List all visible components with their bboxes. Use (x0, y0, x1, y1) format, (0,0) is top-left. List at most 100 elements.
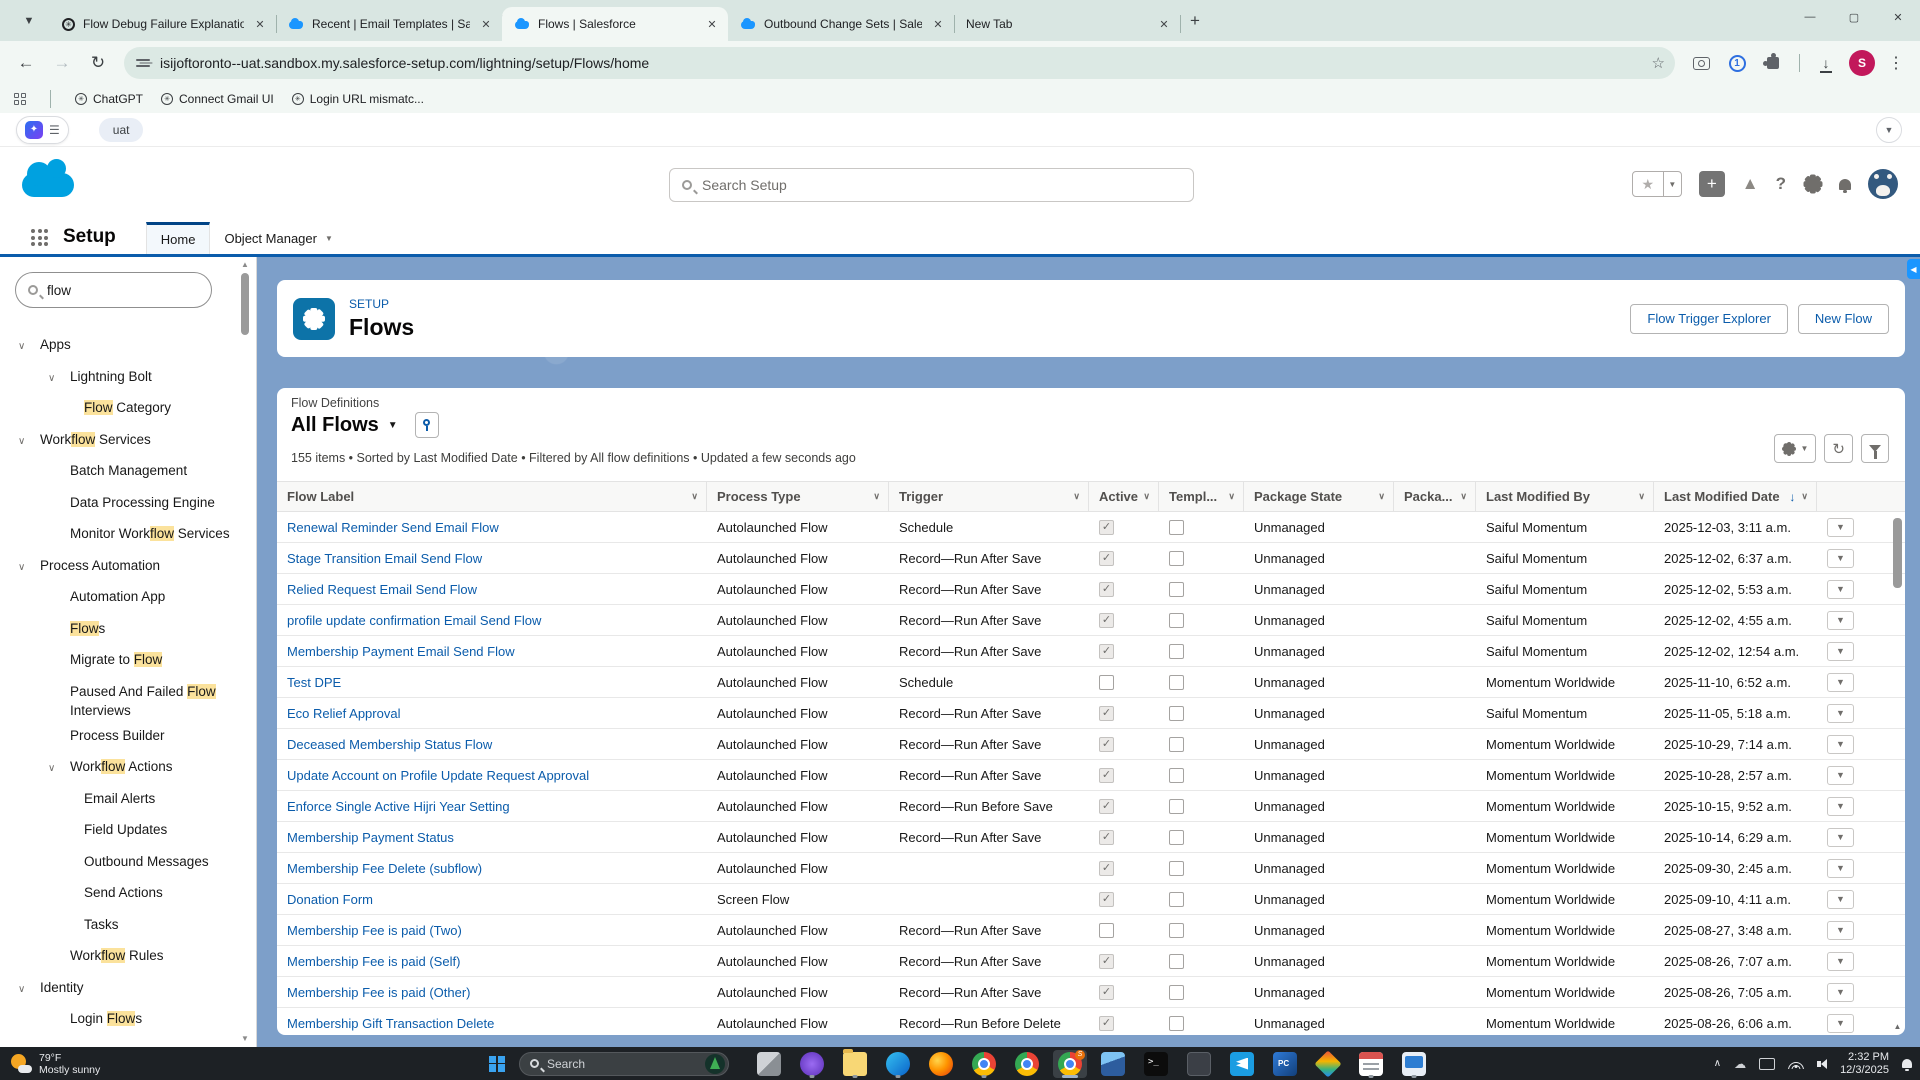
window-minimize-button[interactable]: — (1788, 0, 1832, 34)
sidebar-tree-item[interactable]: ∨ Lightning Bolt (0, 361, 234, 393)
chevron-down-icon[interactable]: ∨ (18, 430, 40, 451)
vscode-icon[interactable] (1225, 1050, 1259, 1078)
chevron-down-icon[interactable]: ∨ (1073, 491, 1080, 502)
chevron-down-icon[interactable]: ∨ (1378, 491, 1385, 502)
taskbar-search[interactable]: Search (519, 1051, 729, 1076)
chrome-icon-2[interactable] (1010, 1050, 1044, 1078)
table-row[interactable]: Eco Relief Approval Autolaunched Flow Re… (277, 698, 1905, 729)
tab-close-icon[interactable]: ✕ (478, 16, 494, 32)
table-column-header[interactable]: Process Type ∨ (707, 482, 889, 511)
media-app-icon[interactable] (1096, 1050, 1130, 1078)
app-purple-icon[interactable] (795, 1050, 829, 1078)
chevron-down-icon[interactable]: ∨ (1143, 491, 1150, 502)
browser-tab[interactable]: Recent | Email Templates | Sales ✕ (276, 7, 503, 41)
list-settings-button[interactable]: ▼ (1773, 434, 1817, 463)
tree-item-label[interactable]: Flows (70, 619, 109, 638)
tree-item-label[interactable]: Workflow Actions (70, 757, 177, 776)
app-launcher-icon[interactable] (31, 229, 49, 247)
reload-icon[interactable]: ↻ (82, 47, 114, 79)
chrome-icon[interactable] (967, 1050, 1001, 1078)
chevron-down-icon[interactable]: ∨ (18, 556, 40, 577)
sidebar-scrollbar[interactable]: ▲ ▼ (239, 259, 251, 1045)
flow-label-link[interactable]: Membership Fee Delete (subflow) (287, 861, 482, 876)
sidebar-tree-item[interactable]: ∨ Email Alerts (0, 783, 234, 815)
wifi-icon[interactable] (1788, 1058, 1805, 1069)
back-icon[interactable]: ← (10, 47, 42, 79)
chevron-down-icon[interactable]: ∨ (1228, 491, 1235, 502)
onepassword-extension-icon[interactable]: 1 (1728, 54, 1746, 72)
flow-label-link[interactable]: Membership Payment Email Send Flow (287, 644, 515, 659)
tree-item-label[interactable]: Automation App (70, 587, 169, 606)
chevron-down-icon[interactable]: ∨ (1801, 491, 1808, 502)
sidebar-tree-item[interactable]: ∨ Identity (0, 972, 234, 1004)
sidebar-scroll-thumb[interactable] (241, 273, 249, 335)
apps-grid-icon[interactable] (14, 93, 26, 105)
volume-icon[interactable] (1817, 1058, 1828, 1069)
workspace-chip[interactable]: uat (98, 117, 144, 142)
table-row[interactable]: Enforce Single Active Hijri Year Setting… (277, 791, 1905, 822)
chevron-down-icon[interactable]: ∨ (48, 367, 70, 388)
flow-label-link[interactable]: Renewal Reminder Send Email Flow (287, 520, 499, 535)
diamond-app-icon[interactable] (1311, 1049, 1345, 1078)
firefox-icon[interactable] (924, 1050, 958, 1078)
flow-label-link[interactable]: Enforce Single Active Hijri Year Setting (287, 799, 510, 814)
panel-collapse-arrow[interactable]: ◀ (1907, 259, 1920, 279)
flow-label-link[interactable]: Stage Transition Email Send Flow (287, 551, 482, 566)
notifications-bell-icon[interactable] (1839, 178, 1851, 193)
tv-app-icon[interactable] (1397, 1050, 1431, 1078)
list-view-caret-icon[interactable]: ▼ (388, 420, 398, 431)
tab-close-icon[interactable]: ✕ (704, 16, 720, 32)
browser-tab[interactable]: New Tab ✕ (954, 7, 1181, 41)
sidebar-tree-item[interactable]: ∨ Field Updates (0, 814, 234, 846)
help-icon[interactable]: ? (1776, 174, 1786, 194)
setup-search-box[interactable]: Search Setup (669, 168, 1194, 202)
scroll-down-icon[interactable]: ▲ (1892, 1022, 1903, 1031)
table-row[interactable]: Test DPE Autolaunched Flow Schedule ✓ ✓ … (277, 667, 1905, 698)
chevron-down-icon[interactable]: ∨ (1638, 491, 1645, 502)
chevron-down-icon[interactable]: ∨ (873, 491, 880, 502)
chevron-down-icon[interactable]: ∨ (48, 757, 70, 778)
flow-trigger-explorer-button[interactable]: Flow Trigger Explorer (1630, 303, 1788, 334)
table-row[interactable]: Membership Fee is paid (Self) Autolaunch… (277, 946, 1905, 977)
browser-tab[interactable]: Flow Debug Failure Explanation ✕ (50, 7, 277, 41)
tree-item-label[interactable]: Apps (40, 335, 75, 354)
tree-item-label[interactable]: Send Actions (84, 883, 167, 902)
window-maximize-button[interactable]: ▢ (1832, 0, 1876, 34)
sidebar-tree-item[interactable]: ∨ Monitor Workflow Services (0, 518, 234, 550)
onedrive-icon[interactable]: ☁ (1734, 1057, 1746, 1071)
new-flow-button[interactable]: New Flow (1797, 303, 1889, 334)
chevron-down-icon[interactable]: ∨ (1460, 491, 1467, 502)
tree-item-label[interactable]: Flow Category (84, 398, 175, 417)
tree-item-label[interactable]: Process Automation (40, 556, 164, 575)
row-actions-button[interactable]: ▼ (1827, 641, 1854, 661)
tree-item-label[interactable]: Outbound Messages (84, 852, 213, 871)
table-scroll-thumb[interactable] (1893, 518, 1902, 588)
row-actions-button[interactable]: ▼ (1827, 703, 1854, 723)
row-actions-button[interactable]: ▼ (1827, 920, 1854, 940)
console-app-icon[interactable] (1182, 1050, 1216, 1078)
table-column-header[interactable]: Active ∨ (1089, 482, 1159, 511)
sidebar-tree-item[interactable]: ∨ Workflow Actions (0, 751, 234, 783)
table-column-header[interactable]: Templ... ∨ (1159, 482, 1244, 511)
chevron-down-icon[interactable]: ∨ (18, 335, 40, 356)
flow-label-link[interactable]: Membership Fee is paid (Self) (287, 954, 460, 969)
trailhead-icon[interactable]: ▲ (1742, 174, 1759, 194)
sidebar-tree-item[interactable]: ∨ Process Builder (0, 720, 234, 752)
table-column-header[interactable] (1817, 482, 1877, 511)
flow-label-link[interactable]: Membership Fee is paid (Other) (287, 985, 471, 1000)
row-actions-button[interactable]: ▼ (1827, 889, 1854, 909)
tree-item-label[interactable]: Email Alerts (84, 789, 159, 808)
tree-item-label[interactable]: Migrate to Flow (70, 650, 166, 669)
row-actions-button[interactable]: ▼ (1827, 548, 1854, 568)
table-column-header[interactable]: Package State ∨ (1244, 482, 1394, 511)
sidebar-tree-item[interactable]: ∨ Outbound Messages (0, 846, 234, 878)
sidebar-tree-item[interactable]: ∨ Automation App (0, 581, 234, 613)
site-info-icon[interactable] (136, 57, 150, 69)
start-button[interactable] (489, 1055, 505, 1072)
row-actions-button[interactable]: ▼ (1827, 765, 1854, 785)
sidebar-tree-item[interactable]: ∨ Process Automation (0, 550, 234, 582)
setup-gear-icon[interactable] (1803, 174, 1822, 194)
table-row[interactable]: Membership Payment Status Autolaunched F… (277, 822, 1905, 853)
bookmark-star-icon[interactable]: ☆ (1652, 54, 1665, 72)
table-scrollbar[interactable]: ▲ (1892, 514, 1903, 1031)
